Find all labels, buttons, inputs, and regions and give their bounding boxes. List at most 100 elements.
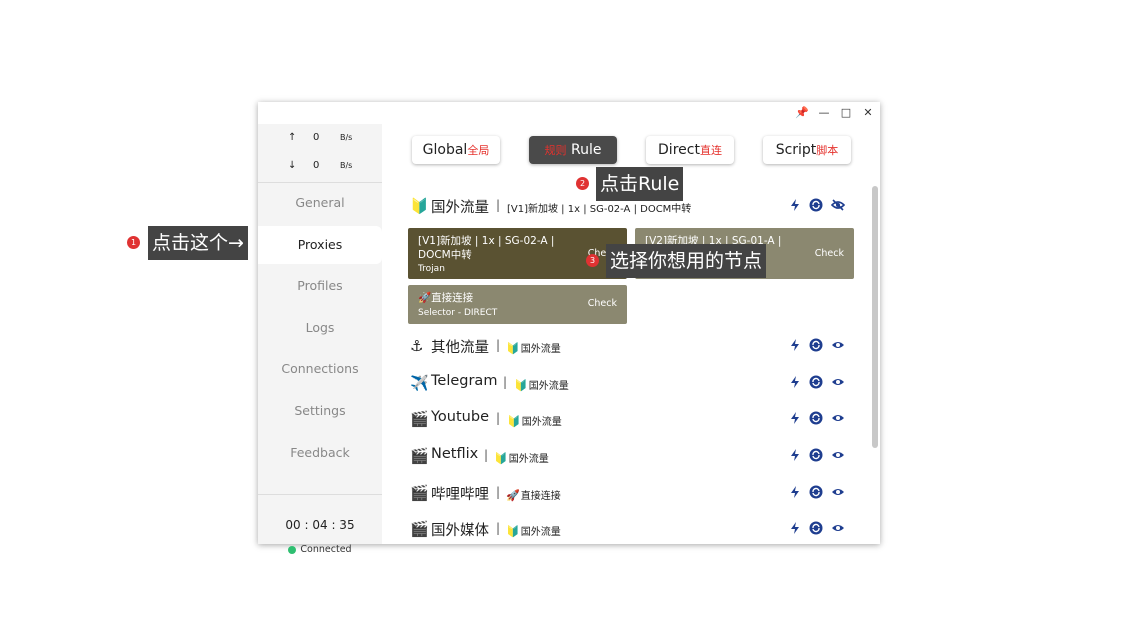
proxy-name: 🚀直接连接	[418, 292, 474, 304]
mode-direct-cn: 直连	[699, 144, 722, 157]
group-separator: |	[496, 198, 501, 212]
group-name: 国外流量	[431, 200, 489, 216]
nav-feedback[interactable]: Feedback	[258, 434, 382, 472]
nav-logs[interactable]: Logs	[258, 309, 382, 347]
mode-rule-cn: 规则	[544, 144, 567, 157]
mode-script-en: Script	[775, 142, 817, 158]
selected-emoji-icon: 🔰	[507, 415, 521, 428]
group-name: Youtube	[431, 409, 489, 425]
eye-icon[interactable]	[831, 448, 845, 462]
download-speed: ↓ 0 B/s	[258, 160, 382, 180]
refresh-icon[interactable]	[809, 411, 823, 425]
download-unit: B/s	[340, 161, 353, 170]
group-emoji-icon: ✈️	[410, 374, 429, 392]
nav-connections[interactable]: Connections	[258, 350, 382, 388]
lightning-icon[interactable]	[788, 521, 802, 535]
proxy-name: [V1]新加坡 | 1x | SG-02-A | DOCM中转	[418, 235, 555, 261]
eye-icon[interactable]	[831, 521, 845, 535]
step-badge-1: 1	[127, 236, 140, 249]
group-emoji-icon: 🔰	[410, 197, 429, 215]
traffic-panel: ↑ 0 B/s ↓ 0 B/s	[258, 124, 382, 183]
proxy-group-row[interactable]: 🎬 哔哩哔哩 | 🚀直接连接	[410, 481, 850, 505]
refresh-icon[interactable]	[809, 448, 823, 462]
selected-proxy-name: 国外流量	[521, 417, 562, 428]
proxy-group-row[interactable]: ⚓ 其他流量 | 🔰国外流量	[410, 334, 850, 358]
sidebar: ↑ 0 B/s ↓ 0 B/s General Proxies Profiles…	[258, 124, 382, 555]
eye-icon[interactable]	[831, 485, 845, 499]
group-emoji-icon: 🎬	[410, 484, 429, 502]
step-badge-3: 3	[586, 254, 599, 267]
eye-icon[interactable]	[831, 411, 845, 425]
close-button[interactable]: ✕	[860, 105, 876, 121]
proxy-group-row[interactable]: 🎬 Netflix | 🔰国外流量	[410, 444, 850, 468]
callout-step-2: 点击Rule	[596, 167, 684, 201]
refresh-icon[interactable]	[809, 375, 823, 389]
connection-status: Connected	[258, 544, 382, 555]
refresh-icon[interactable]	[809, 198, 823, 212]
scrollbar[interactable]	[872, 186, 878, 448]
download-value: 0	[313, 160, 320, 171]
refresh-icon[interactable]	[809, 485, 823, 499]
step-badge-2: 2	[576, 177, 589, 190]
sidebar-divider	[258, 494, 382, 495]
proxy-group-row[interactable]: 🎬 Youtube | 🔰国外流量	[410, 407, 850, 431]
group-name: Telegram	[431, 373, 498, 389]
nav-general[interactable]: General	[258, 184, 382, 222]
mode-global-button[interactable]: Global全局	[412, 136, 500, 164]
lightning-icon[interactable]	[788, 338, 802, 352]
group-selected-proxy: 🔰国外流量	[494, 450, 549, 465]
upload-speed: ↑ 0 B/s	[258, 132, 382, 152]
group-selected-proxy: 🚀直接连接	[506, 487, 561, 502]
lightning-icon[interactable]	[788, 375, 802, 389]
selected-emoji-icon: 🔰	[506, 525, 520, 538]
maximize-button[interactable]: □	[838, 105, 854, 121]
proxy-check-button[interactable]: Check	[815, 248, 844, 259]
group-emoji-icon: 🎬	[410, 520, 429, 538]
uptime-timer: 00 : 04 : 35	[285, 518, 355, 532]
group-separator: |	[496, 521, 501, 535]
lightning-icon[interactable]	[788, 198, 802, 212]
lightning-icon[interactable]	[788, 448, 802, 462]
selected-emoji-icon: 🚀	[506, 489, 520, 502]
mode-global-cn: 全局	[467, 144, 490, 157]
proxy-check-button[interactable]: Check	[588, 298, 617, 309]
proxy-type: Trojan	[418, 264, 445, 274]
proxy-group-row[interactable]: 🎬 国外媒体 | 🔰国外流量	[410, 517, 850, 541]
lightning-icon[interactable]	[788, 485, 802, 499]
group-name: 哔哩哔哩	[431, 487, 489, 503]
upload-value: 0	[313, 132, 320, 143]
lightning-icon[interactable]	[788, 411, 802, 425]
eye-icon[interactable]	[831, 338, 845, 352]
pin-icon[interactable]: 📌	[794, 105, 810, 121]
group-separator: |	[484, 448, 489, 462]
selected-proxy-name: 国外流量	[528, 381, 569, 392]
group-emoji-icon: 🎬	[410, 447, 429, 465]
upload-arrow-icon: ↑	[288, 132, 297, 143]
nav-settings[interactable]: Settings	[258, 392, 382, 430]
nav-profiles[interactable]: Profiles	[258, 267, 382, 305]
selected-proxy-name: 国外流量	[520, 527, 561, 538]
eye-icon[interactable]	[831, 375, 845, 389]
mode-direct-en: Direct	[658, 142, 700, 158]
refresh-icon[interactable]	[809, 521, 823, 535]
selected-proxy-name: 国外流量	[508, 454, 549, 465]
refresh-icon[interactable]	[809, 338, 823, 352]
eye-off-icon[interactable]	[831, 198, 845, 212]
selected-emoji-icon: 🔰	[514, 379, 528, 392]
mode-script-button[interactable]: Script脚本	[763, 136, 851, 164]
minimize-button[interactable]: —	[816, 105, 832, 121]
upload-unit: B/s	[340, 133, 353, 142]
mode-direct-button[interactable]: Direct直连	[646, 136, 734, 164]
nav-proxies[interactable]: Proxies	[258, 226, 382, 264]
proxy-card[interactable]: 🚀直接连接 Selector - DIRECT Check	[408, 285, 627, 324]
proxy-type: Selector - DIRECT	[418, 308, 498, 318]
mode-rule-button[interactable]: 规则 Rule	[529, 136, 617, 164]
group-name: 国外媒体	[431, 523, 489, 539]
group-emoji-icon: 🎬	[410, 410, 429, 428]
proxy-group-row[interactable]: ✈️ Telegram | 🔰国外流量	[410, 371, 850, 395]
group-selected-proxy: 🔰国外流量	[506, 340, 561, 355]
callout-step-1: 点击这个→	[148, 226, 248, 260]
status-dot-icon	[288, 545, 297, 554]
group-selected-proxy: 🔰国外流量	[506, 523, 561, 538]
group-emoji-icon: ⚓	[410, 337, 424, 355]
